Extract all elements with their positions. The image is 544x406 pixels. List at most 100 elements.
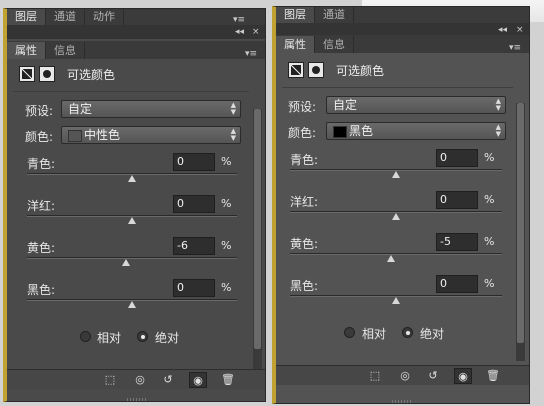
radio-absolute[interactable] bbox=[137, 331, 148, 342]
radio-relative-label: 相对 bbox=[97, 331, 122, 345]
color-select[interactable]: 中性色 ▲ ▼ bbox=[61, 126, 241, 144]
select-arrows-icon: ▲ ▼ bbox=[230, 127, 236, 142]
color-select[interactable]: 黑色 ▲ ▼ bbox=[326, 122, 506, 140]
slider-value-input[interactable]: 0 bbox=[436, 149, 478, 167]
percent-sign: % bbox=[221, 239, 232, 252]
slider-value-input[interactable]: -5 bbox=[436, 233, 478, 251]
slider-value-input[interactable]: 0 bbox=[436, 275, 478, 293]
color-label: 颜色: bbox=[288, 126, 317, 140]
percent-sign: % bbox=[484, 151, 495, 164]
adjustment-title: 可选颜色 bbox=[67, 67, 116, 82]
percent-sign: % bbox=[221, 197, 232, 210]
properties-tab-bar: 属性 信息 ▾≡ bbox=[7, 41, 265, 59]
panel-header-strip: ◂◂ × bbox=[7, 25, 265, 39]
resize-grip[interactable] bbox=[127, 398, 147, 401]
view-previous-state-icon[interactable]: ◎ bbox=[131, 372, 149, 388]
reset-icon[interactable]: ↺ bbox=[424, 368, 442, 384]
slider-value-input[interactable]: 0 bbox=[173, 195, 215, 213]
radio-relative[interactable] bbox=[80, 331, 91, 342]
divider bbox=[13, 91, 249, 92]
radio-absolute[interactable] bbox=[402, 327, 413, 338]
color-value: 黑色 bbox=[349, 124, 374, 138]
tab-layers[interactable]: 图层 bbox=[276, 7, 315, 23]
trash-icon[interactable]: 🗑 bbox=[484, 368, 502, 384]
close-icon[interactable]: × bbox=[252, 25, 260, 39]
percent-sign: % bbox=[484, 193, 495, 206]
slider-thumb[interactable] bbox=[392, 171, 400, 178]
clip-to-layer-icon[interactable]: ⬚ bbox=[101, 372, 119, 388]
select-arrows-icon: ▲ ▼ bbox=[495, 97, 501, 112]
select-arrows-icon: ▲ ▼ bbox=[495, 123, 501, 138]
preset-select[interactable]: 自定 ▲ ▼ bbox=[326, 96, 506, 114]
clip-to-layer-icon[interactable]: ⬚ bbox=[366, 368, 384, 384]
properties-bottom-bar: ⬚ ◎ ↺ ◉ 🗑 bbox=[276, 365, 529, 385]
percent-sign: % bbox=[221, 155, 232, 168]
tab-channels[interactable]: 通道 bbox=[315, 7, 354, 23]
slider-value-input[interactable]: -6 bbox=[173, 237, 215, 255]
panel-menu-icon[interactable]: ▾≡ bbox=[233, 15, 245, 25]
slider-thumb[interactable] bbox=[128, 217, 136, 224]
scrollbar[interactable] bbox=[516, 103, 525, 361]
layer-mask-icon[interactable] bbox=[39, 66, 55, 82]
layers-tab-bar: 图层 通道 bbox=[276, 7, 529, 23]
color-swatch bbox=[68, 129, 82, 142]
scrollbar[interactable] bbox=[253, 109, 262, 369]
slider-thumb[interactable] bbox=[392, 297, 400, 304]
preset-select[interactable]: 自定 ▲ ▼ bbox=[61, 100, 241, 118]
slider-value-input[interactable]: 0 bbox=[436, 191, 478, 209]
scrollbar-thumb[interactable] bbox=[517, 103, 524, 343]
radio-relative[interactable] bbox=[344, 327, 355, 338]
visibility-eye-icon[interactable]: ◉ bbox=[454, 368, 472, 384]
preset-value: 自定 bbox=[68, 102, 93, 116]
color-swatch bbox=[333, 125, 347, 138]
select-arrows-icon: ▲ ▼ bbox=[230, 101, 236, 116]
slider-thumb[interactable] bbox=[121, 259, 130, 266]
tab-channels[interactable]: 通道 bbox=[46, 9, 85, 25]
tab-layers[interactable]: 图层 bbox=[7, 9, 46, 25]
slider-label: 青色: bbox=[27, 157, 56, 171]
layer-mask-icon[interactable] bbox=[308, 62, 324, 78]
trash-icon[interactable]: 🗑 bbox=[219, 372, 237, 388]
slider-track[interactable] bbox=[27, 257, 237, 259]
slider-label: 黑色: bbox=[27, 283, 56, 297]
properties-menu-icon[interactable]: ▾≡ bbox=[245, 49, 257, 59]
slider-value-input[interactable]: 0 bbox=[173, 153, 215, 171]
properties-panel-right: 图层 通道 ◂◂ × 属性 信息 ▾≡ 可选颜色 预设: 自定 ▲ ▼ 颜色: 黑色… bbox=[272, 6, 530, 404]
resize-grip[interactable] bbox=[392, 400, 412, 403]
slider-thumb[interactable] bbox=[386, 255, 395, 262]
percent-sign: % bbox=[484, 235, 495, 248]
layers-tab-bar: 图层 通道 动作 ▾≡ bbox=[7, 9, 265, 25]
tab-actions[interactable]: 动作 bbox=[85, 9, 124, 25]
properties-menu-icon[interactable]: ▾≡ bbox=[509, 43, 521, 53]
visibility-eye-icon[interactable]: ◉ bbox=[189, 372, 207, 388]
slider-label: 青色: bbox=[290, 153, 319, 167]
preset-value: 自定 bbox=[333, 98, 358, 112]
slider-label: 洋红: bbox=[290, 195, 319, 209]
tab-properties[interactable]: 属性 bbox=[276, 36, 315, 53]
slider-thumb[interactable] bbox=[128, 175, 136, 182]
reset-icon[interactable]: ↺ bbox=[159, 372, 177, 388]
slider-thumb[interactable] bbox=[392, 213, 400, 220]
properties-bottom-bar: ⬚ ◎ ↺ ◉ 🗑 bbox=[7, 369, 265, 389]
tab-info[interactable]: 信息 bbox=[46, 42, 85, 59]
adjustment-header: 可选颜色 bbox=[288, 59, 384, 81]
slider-value-input[interactable]: 0 bbox=[173, 279, 215, 297]
adjustment-layer-icon[interactable] bbox=[288, 62, 304, 78]
view-previous-state-icon[interactable]: ◎ bbox=[396, 368, 414, 384]
percent-sign: % bbox=[484, 277, 495, 290]
tab-properties[interactable]: 属性 bbox=[7, 42, 46, 59]
percent-sign: % bbox=[221, 281, 232, 294]
tab-info[interactable]: 信息 bbox=[315, 36, 354, 53]
radio-absolute-label: 绝对 bbox=[155, 331, 180, 345]
properties-panel-left: 图层 通道 动作 ▾≡ ◂◂ × 属性 信息 ▾≡ 可选颜色 预设: 自定 ▲ ▼ … bbox=[3, 8, 266, 402]
slider-thumb[interactable] bbox=[128, 301, 136, 308]
color-label: 颜色: bbox=[25, 130, 54, 144]
radio-absolute-label: 绝对 bbox=[420, 327, 445, 341]
preset-label: 预设: bbox=[288, 100, 317, 114]
slider-track[interactable] bbox=[290, 253, 502, 255]
properties-tab-bar: 属性 信息 ▾≡ bbox=[276, 35, 529, 53]
collapse-icon[interactable]: ◂◂ bbox=[235, 25, 244, 39]
slider-label: 黄色: bbox=[27, 241, 56, 255]
scrollbar-thumb[interactable] bbox=[254, 109, 261, 349]
adjustment-layer-icon[interactable] bbox=[19, 66, 35, 82]
